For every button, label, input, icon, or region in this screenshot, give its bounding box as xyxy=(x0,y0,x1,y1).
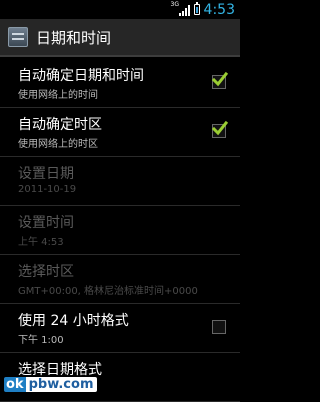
settings-icon xyxy=(8,27,28,47)
set-time-item: 设置时间 上午 4:53 xyxy=(0,206,240,255)
item-summary: 使用网络上的时间 xyxy=(18,90,98,101)
status-bar: 3G 4:53 xyxy=(0,0,240,19)
watermark-prefix: ok xyxy=(4,377,26,392)
signal-icon: 3G xyxy=(171,1,190,16)
status-time: 4:53 xyxy=(203,1,235,18)
select-timezone-item: 选择时区 GMT+00:00, 格林尼治标准时间+0000 xyxy=(0,255,240,304)
network-type: 3G xyxy=(170,0,180,8)
watermark-logo: ok pbw.com xyxy=(4,377,97,392)
item-label: 选择时区 xyxy=(18,264,74,280)
auto-timezone-item[interactable]: 自动确定时区 使用网络上的时区 xyxy=(0,108,240,157)
auto-timezone-checkbox[interactable] xyxy=(211,120,229,138)
settings-list: 自动确定日期和时间 使用网络上的时间 自动确定时区 使用网络上的时区 设置日期 … xyxy=(0,59,240,402)
page-title: 日期和时间 xyxy=(36,28,112,47)
item-label: 自动确定时区 xyxy=(18,117,102,133)
watermark-domain: pbw.com xyxy=(25,377,97,392)
title-bar: 日期和时间 xyxy=(0,19,240,57)
use-24-hour-checkbox[interactable] xyxy=(212,320,226,334)
item-summary: 下午 1:00 xyxy=(18,335,64,346)
checkmark-icon xyxy=(211,120,229,136)
item-summary: GMT+00:00, 格林尼治标准时间+0000 xyxy=(18,286,198,297)
item-summary: 2011-10-19 xyxy=(18,184,77,195)
auto-date-time-checkbox[interactable] xyxy=(211,71,229,89)
item-summary: 上午 4:53 xyxy=(18,237,64,248)
battery-icon xyxy=(193,2,200,15)
set-date-item: 设置日期 2011-10-19 xyxy=(0,157,240,206)
use-24-hour-item[interactable]: 使用 24 小时格式 下午 1:00 xyxy=(0,304,240,353)
auto-date-time-item[interactable]: 自动确定日期和时间 使用网络上的时间 xyxy=(0,59,240,108)
checkmark-icon xyxy=(211,71,229,87)
item-label: 设置时间 xyxy=(18,215,74,231)
item-summary: 使用网络上的时区 xyxy=(18,139,98,150)
item-label: 选择日期格式 xyxy=(18,362,102,378)
item-label: 使用 24 小时格式 xyxy=(18,313,129,329)
item-label: 自动确定日期和时间 xyxy=(18,68,144,84)
item-label: 设置日期 xyxy=(18,166,74,182)
